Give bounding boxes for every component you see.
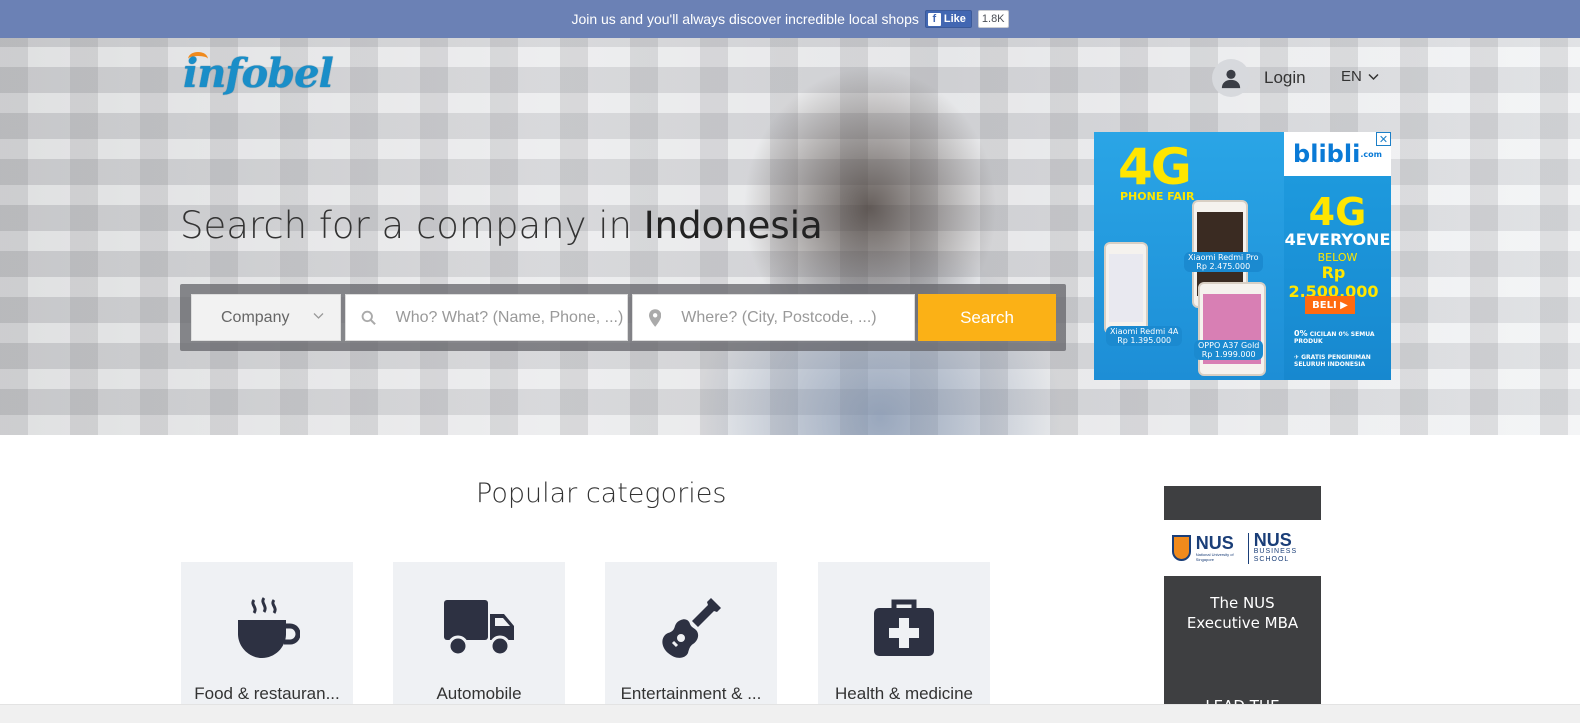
category-label: Automobile [436, 684, 522, 703]
phone-image [1104, 242, 1148, 334]
brand-suffix: .com [1360, 149, 1382, 159]
search-form: Company Search [180, 284, 1066, 351]
category-card-automobile[interactable]: Automobile [393, 562, 565, 712]
like-label: Like [943, 13, 966, 25]
nus-wordmark: NUS National University of Singapore [1196, 534, 1243, 562]
category-card-food[interactable]: Food & restauran... [181, 562, 353, 712]
brand-name: blibli [1293, 140, 1361, 168]
phone-price: Rp 1.395.000 [1117, 336, 1172, 345]
nus-crest-icon [1172, 535, 1191, 561]
nus-mba-ad[interactable]: NUS National University of Singapore NUS… [1164, 486, 1321, 723]
phone-image [1198, 282, 1266, 376]
where-input[interactable] [681, 308, 914, 327]
nus-subtitle: National University of Singapore [1195, 552, 1234, 562]
promo-message: Join us and you'll always discover incre… [571, 11, 919, 27]
user-icon [1212, 59, 1250, 97]
title-country: Indonesia [643, 204, 823, 247]
language-label: EN [1341, 68, 1362, 85]
popular-categories-title: Popular categories [476, 478, 727, 509]
site-logo[interactable]: infobel [183, 50, 334, 97]
buy-label: BELI [1312, 299, 1337, 311]
category-card-entertainment[interactable]: Entertainment & ... [605, 562, 777, 712]
ad-fine-print: 0% CICILAN 0% SEMUA PRODUK [1294, 329, 1389, 346]
facebook-promo-bar: Join us and you'll always discover incre… [0, 0, 1580, 38]
search-type-value: Company [221, 308, 290, 326]
title-prefix: Search for a company in [180, 204, 632, 247]
search-type-select[interactable]: Company [191, 294, 341, 341]
page-title: Search for a company in Indonesia [180, 204, 823, 247]
phone-name: OPPO A37 Gold [1198, 341, 1260, 350]
nus-logo-strip: NUS National University of Singapore NUS… [1164, 520, 1321, 576]
category-card-health[interactable]: Health & medicine [818, 562, 990, 712]
horizontal-scrollbar[interactable] [0, 704, 1580, 723]
ad-close-icon[interactable]: ✕ [1376, 132, 1391, 146]
ad-right-headline: 4G [1308, 190, 1367, 234]
login-label: Login [1264, 68, 1306, 87]
ad-right-tag: 4EVERYONE [1284, 230, 1391, 249]
ad-headline: 4G [1118, 138, 1192, 196]
phone-name: Xiaomi Redmi Pro [1188, 253, 1259, 262]
location-pin-icon [649, 308, 662, 327]
ad-subheadline: PHONE FAIR [1120, 190, 1195, 203]
where-field [632, 294, 915, 341]
like-count: 1.8K [977, 10, 1009, 28]
truck-icon [393, 596, 565, 660]
who-field [345, 294, 628, 341]
search-button[interactable]: Search [918, 294, 1056, 341]
phone-name: Xiaomi Redmi 4A [1110, 327, 1179, 336]
phone-label: Xiaomi Redmi Pro Rp 2.475.000 [1184, 252, 1263, 272]
category-label: Health & medicine [835, 684, 973, 703]
facebook-icon: f [927, 12, 941, 26]
phone-label: Xiaomi Redmi 4A Rp 1.395.000 [1106, 326, 1183, 346]
guitar-icon [605, 596, 777, 660]
ad-line-1: The NUS [1210, 594, 1275, 612]
login-link[interactable]: Login [1212, 59, 1306, 97]
nus-business-school-wordmark: NUS BUSINESS SCHOOL [1247, 529, 1321, 564]
facebook-like-button[interactable]: f Like [924, 10, 972, 28]
nbs-label: NUS [1253, 529, 1292, 550]
nbs-subtitle: BUSINESS SCHOOL [1253, 547, 1298, 563]
chevron-down-icon [313, 313, 324, 319]
who-input[interactable] [395, 308, 627, 327]
language-selector[interactable]: EN [1341, 68, 1379, 85]
shipping-text: GRATIS PENGIRIMAN SELURUH INDONESIA [1294, 354, 1371, 368]
hero-section: infobel Login EN Search for a company in… [0, 38, 1580, 435]
category-label: Entertainment & ... [620, 684, 762, 703]
medical-kit-icon [818, 596, 990, 660]
phone-price: Rp 2.475.000 [1196, 262, 1251, 271]
ad-fine-print: ✈ GRATIS PENGIRIMAN SELURUH INDONESIA [1294, 354, 1371, 368]
ad-buy-button[interactable]: BELI ▶ [1305, 296, 1355, 314]
chevron-down-icon [1368, 73, 1379, 80]
zero-percent-badge: 0% [1294, 329, 1308, 338]
search-icon [361, 310, 376, 325]
ad-line-2: Executive MBA [1186, 614, 1299, 632]
category-label: Food & restauran... [194, 684, 340, 703]
phone-price: Rp 1.999.000 [1201, 350, 1256, 359]
nus-label: NUS [1195, 533, 1234, 553]
phone-label: OPPO A37 Gold Rp 1.999.000 [1194, 340, 1264, 360]
blibli-ad-banner[interactable]: 4G PHONE FAIR Xiaomi Redmi Pro Rp 2.475.… [1094, 132, 1391, 380]
coffee-cup-icon [181, 596, 353, 660]
blibli-logo: blibli .com [1284, 132, 1391, 176]
